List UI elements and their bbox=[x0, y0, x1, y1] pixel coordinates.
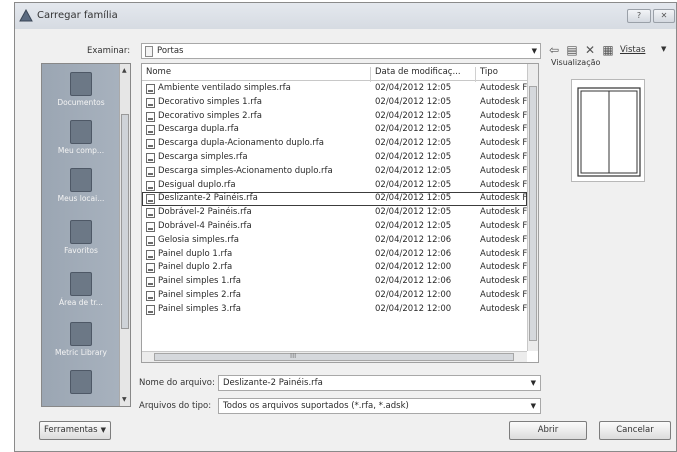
place-extra[interactable] bbox=[42, 370, 120, 396]
documents-icon bbox=[70, 72, 92, 96]
column-divider[interactable] bbox=[370, 67, 371, 82]
filename-input[interactable]: Deslizante-2 Painéis.rfa ▼ bbox=[218, 375, 541, 391]
scroll-thumb[interactable] bbox=[529, 86, 537, 341]
file-row[interactable]: Descarga simples-Acionamento duplo.rfa 02… bbox=[142, 165, 527, 179]
place-documents[interactable]: Documentos bbox=[42, 72, 120, 107]
rfa-file-icon bbox=[146, 221, 155, 232]
place-favorites[interactable]: Favoritos bbox=[42, 220, 120, 255]
rfa-file-icon bbox=[146, 139, 155, 150]
help-button[interactable]: ? bbox=[627, 9, 651, 23]
place-metric-library[interactable]: Metric Library bbox=[42, 322, 120, 357]
scroll-thumb[interactable] bbox=[154, 353, 514, 361]
column-divider[interactable] bbox=[475, 67, 476, 82]
library-folder-icon bbox=[70, 322, 92, 346]
file-row[interactable]: Decorativo simples 2.rfa 02/04/2012 12:05… bbox=[142, 110, 527, 124]
network-icon bbox=[70, 168, 92, 192]
favorites-icon bbox=[70, 220, 92, 244]
cancel-button[interactable]: Cancelar bbox=[599, 421, 671, 440]
file-list-vscrollbar[interactable] bbox=[527, 64, 538, 351]
back-arrow-icon[interactable]: ⇦ bbox=[547, 43, 561, 57]
column-name[interactable]: Nome bbox=[146, 67, 171, 77]
rfa-file-icon bbox=[146, 111, 155, 122]
file-row[interactable]: Descarga dupla-Acionamento duplo.rfa 02/0… bbox=[142, 137, 527, 151]
file-row[interactable]: Ambiente ventilado simples.rfa 02/04/2012… bbox=[142, 82, 527, 96]
file-list-header: Nome Data de modificaç... Tipo bbox=[142, 64, 527, 82]
preview-label: Visualização bbox=[551, 58, 601, 67]
file-row[interactable]: Painel simples 3.rfa 02/04/2012 12:00 Auto… bbox=[142, 303, 527, 317]
folder-icon bbox=[145, 46, 153, 57]
file-row[interactable]: Painel duplo 1.rfa 02/04/2012 12:06 Autode… bbox=[142, 248, 527, 262]
place-desktop[interactable]: Área de tr... bbox=[42, 272, 120, 307]
file-row[interactable]: Desigual duplo.rfa 02/04/2012 12:05 Autode… bbox=[142, 179, 527, 193]
filename-label: Nome do arquivo: bbox=[139, 378, 215, 388]
file-row-selected[interactable]: Deslizante-2 Painéis.rfa 02/04/2012 12:05… bbox=[142, 192, 527, 207]
file-list[interactable]: Nome Data de modificaç... Tipo Ambiente … bbox=[141, 63, 539, 363]
scroll-thumb[interactable] bbox=[121, 114, 129, 329]
file-list-hscrollbar[interactable]: III bbox=[142, 351, 527, 362]
column-type[interactable]: Tipo bbox=[480, 67, 498, 77]
look-in-select[interactable]: Portas ▼ bbox=[141, 43, 541, 59]
rfa-file-icon bbox=[146, 290, 155, 301]
filetype-select[interactable]: Todos os arquivos suportados (*.rfa, *.a… bbox=[218, 398, 541, 414]
up-folder-icon[interactable]: ▤ bbox=[565, 43, 579, 57]
load-family-dialog: Carregar família ? ✕ Examinar: Portas ▼ … bbox=[14, 2, 677, 452]
rfa-file-icon bbox=[146, 152, 155, 163]
delete-icon[interactable]: ✕ bbox=[583, 43, 597, 57]
rfa-file-icon bbox=[146, 208, 155, 219]
file-row[interactable]: Dobrável-4 Painéis.rfa 02/04/2012 12:05 Au… bbox=[142, 220, 527, 234]
file-row[interactable]: Descarga simples.rfa 02/04/2012 12:05 Auto… bbox=[142, 151, 527, 165]
scroll-grip: III bbox=[290, 352, 297, 360]
open-button[interactable]: Abrir bbox=[509, 421, 587, 440]
rfa-file-icon bbox=[146, 125, 155, 136]
rfa-file-icon bbox=[146, 180, 155, 191]
app-icon bbox=[19, 9, 33, 22]
views-menu[interactable]: Vistas bbox=[620, 45, 645, 55]
file-row[interactable]: Gelosia simples.rfa 02/04/2012 12:06 Autod… bbox=[142, 234, 527, 248]
new-folder-icon[interactable]: ▦ bbox=[601, 43, 615, 57]
places-scrollbar[interactable]: ▲ ▼ bbox=[119, 64, 130, 406]
filetype-label: Arquivos do tipo: bbox=[139, 401, 212, 411]
chevron-down-icon[interactable]: ▼ bbox=[531, 402, 536, 410]
rfa-file-icon bbox=[146, 166, 155, 177]
look-in-label: Examinar: bbox=[87, 46, 131, 56]
file-row[interactable]: Painel duplo 2.rfa 02/04/2012 12:00 Autode… bbox=[142, 261, 527, 275]
file-rows: Ambiente ventilado simples.rfa 02/04/2012… bbox=[142, 82, 527, 317]
file-row[interactable]: Painel simples 2.rfa 02/04/2012 12:00 Auto… bbox=[142, 289, 527, 303]
door-preview-image bbox=[577, 87, 641, 177]
rfa-file-icon bbox=[146, 277, 155, 288]
rfa-file-icon bbox=[146, 249, 155, 260]
preview-pane bbox=[571, 79, 645, 182]
rfa-file-icon bbox=[146, 194, 155, 205]
column-date[interactable]: Data de modificaç... bbox=[375, 67, 461, 77]
places-bar: Documentos Meu comp... Meus locai... Fav… bbox=[41, 63, 131, 407]
tools-button[interactable]: Ferramentas ▼ bbox=[39, 421, 111, 440]
computer-icon bbox=[70, 120, 92, 144]
scroll-down-icon[interactable]: ▼ bbox=[122, 396, 127, 403]
rfa-file-icon bbox=[146, 263, 155, 274]
rfa-file-icon bbox=[146, 235, 155, 246]
place-my-computer[interactable]: Meu comp... bbox=[42, 120, 120, 155]
look-in-value: Portas bbox=[157, 46, 184, 56]
scroll-up-icon[interactable]: ▲ bbox=[122, 67, 127, 74]
dialog-title: Carregar família bbox=[37, 10, 118, 21]
folder-icon bbox=[70, 370, 92, 394]
views-chevron-icon[interactable]: ▼ bbox=[661, 45, 666, 53]
file-row[interactable]: Painel simples 1.rfa 02/04/2012 12:06 Auto… bbox=[142, 275, 527, 289]
rfa-file-icon bbox=[146, 84, 155, 94]
file-row[interactable]: Descarga dupla.rfa 02/04/2012 12:05 Autode… bbox=[142, 123, 527, 137]
desktop-icon bbox=[70, 272, 92, 296]
chevron-down-icon: ▼ bbox=[100, 426, 106, 434]
file-row[interactable]: Decorativo simples 1.rfa 02/04/2012 12:05… bbox=[142, 96, 527, 110]
chevron-down-icon[interactable]: ▼ bbox=[531, 379, 536, 387]
rfa-file-icon bbox=[146, 97, 155, 108]
title-bar: Carregar família ? ✕ bbox=[15, 3, 676, 29]
file-row[interactable]: Dobrável-2 Painéis.rfa 02/04/2012 12:05 Au… bbox=[142, 206, 527, 220]
chevron-down-icon: ▼ bbox=[531, 47, 537, 55]
close-button[interactable]: ✕ bbox=[653, 9, 675, 23]
place-network[interactable]: Meus locai... bbox=[42, 168, 120, 203]
rfa-file-icon bbox=[146, 304, 155, 315]
